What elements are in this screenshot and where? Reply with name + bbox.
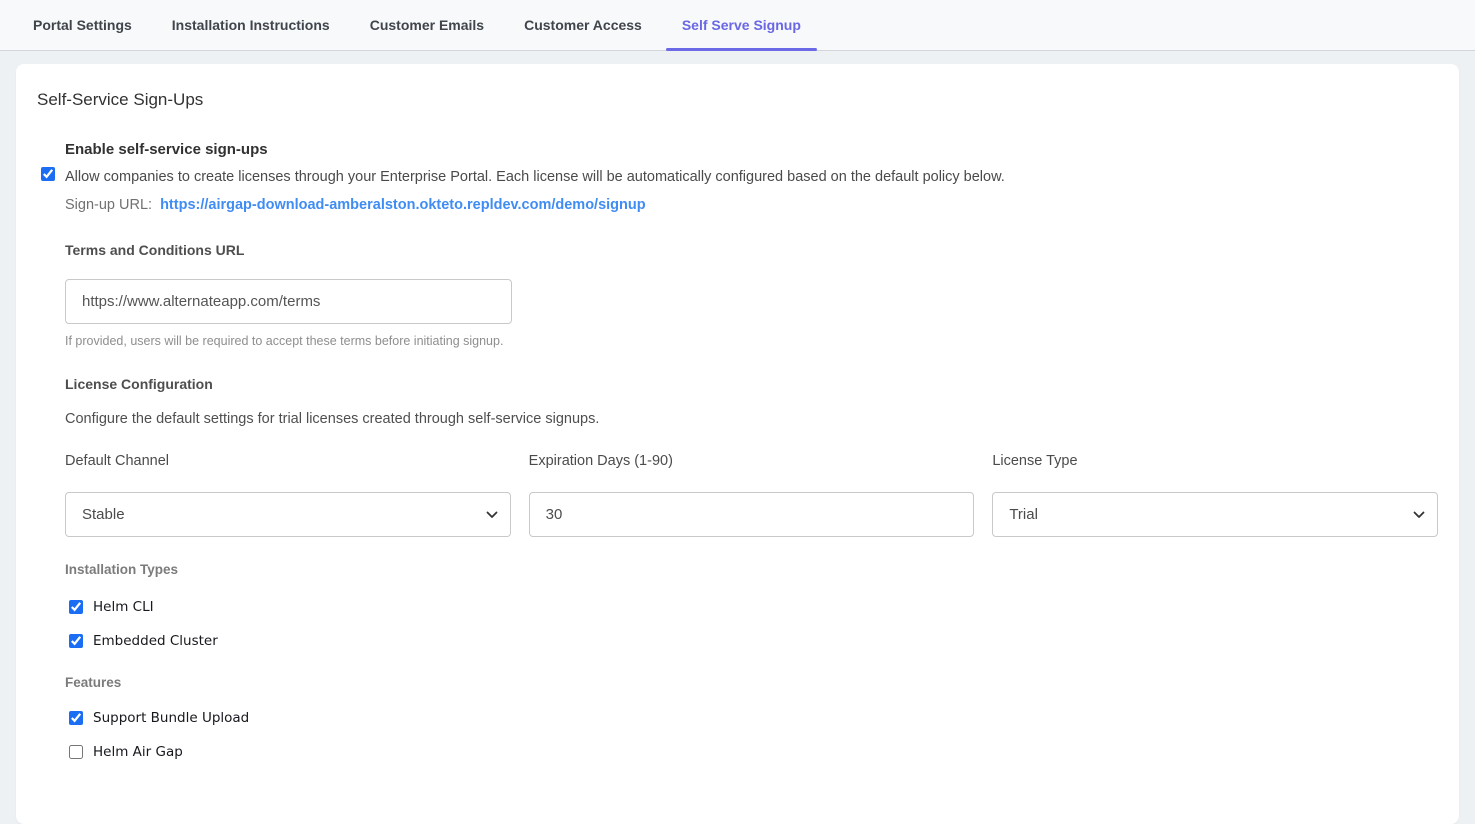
terms-url-input[interactable]	[65, 279, 512, 324]
support-bundle-upload-label: Support Bundle Upload	[93, 709, 249, 727]
tab-customer-access[interactable]: Customer Access	[508, 0, 658, 50]
tab-self-serve-signup[interactable]: Self Serve Signup	[666, 0, 817, 50]
embedded-cluster-checkbox[interactable]	[69, 634, 83, 648]
default-channel-label: Default Channel	[65, 451, 511, 471]
page-title: Self-Service Sign-Ups	[37, 88, 1438, 112]
enable-self-service-section: Enable self-service sign-ups Allow compa…	[41, 140, 1438, 761]
support-bundle-upload-checkbox[interactable]	[69, 711, 83, 725]
feature-support-bundle-upload[interactable]: Support Bundle Upload	[69, 709, 1438, 727]
license-type-field: License Type Trial	[992, 451, 1438, 537]
installation-type-embedded-cluster[interactable]: Embedded Cluster	[69, 632, 1438, 650]
default-channel-field: Default Channel Stable	[65, 451, 511, 537]
feature-helm-air-gap[interactable]: Helm Air Gap	[69, 743, 1438, 761]
self-service-signups-card: Self-Service Sign-Ups Enable self-servic…	[16, 64, 1459, 824]
signup-url-label: Sign-up URL:	[65, 197, 152, 213]
helm-air-gap-label: Helm Air Gap	[93, 743, 183, 761]
installation-type-helm-cli[interactable]: Helm CLI	[69, 598, 1438, 616]
tab-portal-settings[interactable]: Portal Settings	[17, 0, 148, 50]
features-label: Features	[65, 673, 1438, 693]
license-configuration-label: License Configuration	[65, 374, 1438, 394]
embedded-cluster-label: Embedded Cluster	[93, 632, 218, 650]
license-fields-row: Default Channel Stable Expiration Days (…	[65, 451, 1438, 537]
settings-tabbar: Portal Settings Installation Instruction…	[0, 0, 1475, 51]
license-type-select[interactable]: Trial	[992, 492, 1438, 537]
license-configuration-description: Configure the default settings for trial…	[65, 409, 1438, 429]
helm-cli-label: Helm CLI	[93, 598, 154, 616]
expiration-days-input[interactable]	[529, 492, 975, 537]
expiration-days-label: Expiration Days (1-90)	[529, 451, 975, 471]
expiration-days-field: Expiration Days (1-90)	[529, 451, 975, 537]
enable-self-service-checkbox[interactable]	[41, 167, 55, 181]
enable-description: Allow companies to create licenses throu…	[65, 167, 1438, 187]
default-channel-select[interactable]: Stable	[65, 492, 511, 537]
installation-types-label: Installation Types	[65, 560, 1438, 580]
enable-heading: Enable self-service sign-ups	[65, 140, 1438, 160]
signup-url-link[interactable]: https://airgap-download-amberalston.okte…	[160, 197, 646, 213]
tab-customer-emails[interactable]: Customer Emails	[354, 0, 500, 50]
terms-helper-text: If provided, users will be required to a…	[65, 333, 1438, 349]
terms-url-label: Terms and Conditions URL	[65, 240, 1438, 260]
license-type-label: License Type	[992, 451, 1438, 471]
tab-installation-instructions[interactable]: Installation Instructions	[156, 0, 346, 50]
helm-air-gap-checkbox[interactable]	[69, 745, 83, 759]
signup-url-line: Sign-up URL: https://airgap-download-amb…	[65, 195, 1438, 215]
helm-cli-checkbox[interactable]	[69, 600, 83, 614]
